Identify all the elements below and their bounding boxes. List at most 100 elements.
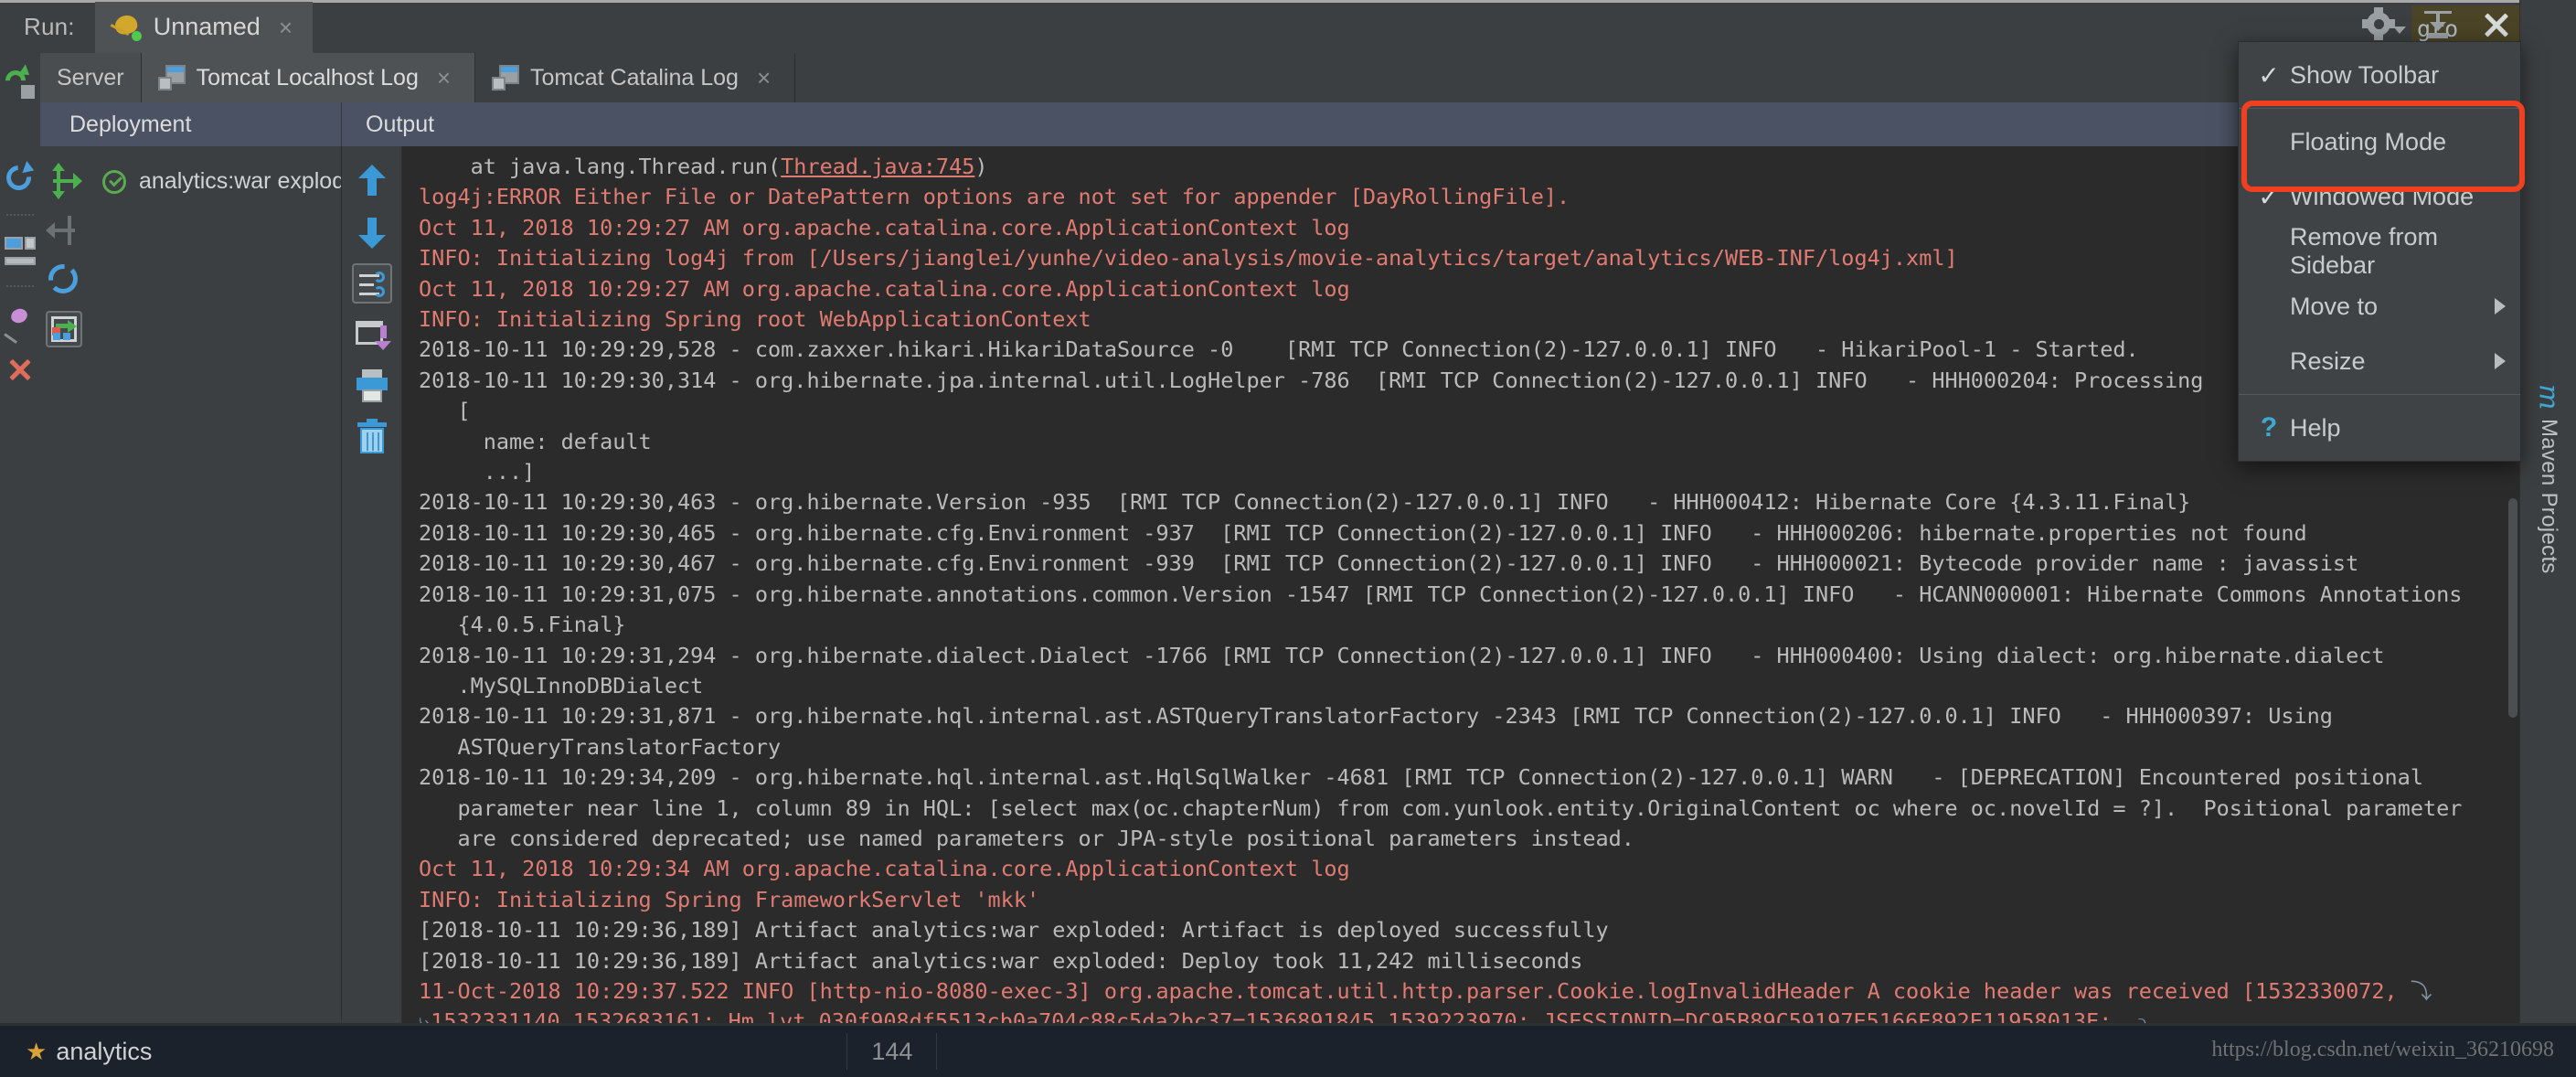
gear-icon[interactable]: [2362, 7, 2406, 42]
toolbar-divider: [6, 214, 34, 216]
hide-icon[interactable]: [2421, 7, 2455, 42]
console-line-text: are considered deprecated; use named par…: [419, 825, 1634, 851]
menu-item-move-to[interactable]: Move to: [2239, 279, 2520, 334]
console-line: ...]: [402, 457, 2519, 487]
console-line-text: 2018-10-11 10:29:30,314 - org.hibernate.…: [419, 367, 2204, 393]
printer-icon[interactable]: [352, 366, 392, 406]
deployment-toolbar: [40, 146, 88, 1026]
expand-arrows-icon[interactable]: [46, 163, 82, 199]
close-x-icon[interactable]: [4, 353, 37, 386]
console-line: are considered deprecated; use named par…: [402, 824, 2519, 854]
console-line-text: ...]: [419, 459, 536, 485]
console-line-text: {4.0.5.Final}: [419, 612, 626, 638]
pin-icon[interactable]: [4, 305, 37, 344]
console-line: [: [402, 396, 2519, 426]
menu-item-show-toolbar[interactable]: ✓ Show Toolbar: [2239, 48, 2520, 102]
console-line-text: 2018-10-11 10:29:30,465 - org.hibernate.…: [419, 519, 2307, 546]
menu-item-floating-mode[interactable]: Floating Mode: [2239, 114, 2520, 169]
maven-projects-label: Maven Projects: [2537, 419, 2561, 575]
run-configuration-tab[interactable]: Unnamed ×: [94, 1, 313, 53]
deploy-icon[interactable]: [46, 311, 82, 347]
console-line: 2018-10-11 10:29:31,871 - org.hibernate.…: [402, 701, 2519, 731]
tab-server[interactable]: Server: [40, 53, 142, 102]
stacktrace-link[interactable]: Thread.java:745: [781, 154, 974, 179]
menu-item-help[interactable]: ? Help: [2239, 400, 2520, 455]
console-line: 2018-10-11 10:29:31,294 - org.hibernate.…: [402, 641, 2519, 671]
tab-tomcat-catalina-log[interactable]: Tomcat Catalina Log ×: [475, 53, 796, 102]
console-line-text: .MySQLInnoDBDialect: [419, 672, 704, 698]
sync-icon[interactable]: [46, 261, 82, 298]
menu-item-remove-from-sidebar[interactable]: Remove from Sidebar: [2239, 223, 2520, 279]
console-line-text: 2018-10-11 10:29:30,467 - org.hibernate.…: [419, 550, 2359, 577]
checkmark-icon: ✓: [2258, 60, 2280, 90]
console-line-text: [: [419, 398, 471, 424]
run-tool-window-header: Run: Unnamed ×: [0, 0, 2576, 53]
console-line: parameter near line 1, column 89 in HQL:…: [402, 794, 2519, 824]
list-item[interactable]: analytics:war explod: [88, 163, 341, 200]
console-line-text: INFO: Initializing Spring FrameworkServl…: [419, 886, 1040, 912]
console-line-text: name: default: [419, 428, 652, 454]
stop-icon[interactable]: [4, 115, 37, 148]
wrap-indicator-icon: ⤵: [2397, 977, 2432, 1004]
console-line: {4.0.5.Final}: [402, 610, 2519, 640]
ide-window: Run: Unnamed × gro Server Tomcat Localho…: [0, 0, 2576, 1077]
run-toolbar: [0, 51, 40, 1026]
console-line: 2018-10-11 10:29:34,209 - org.hibernate.…: [402, 762, 2519, 793]
menu-item-label: Windowed Mode: [2290, 182, 2475, 210]
menu-item-windowed-mode[interactable]: ✓ Windowed Mode: [2239, 169, 2520, 224]
submenu-arrow-icon: [2495, 298, 2506, 315]
console-line-text: at java.lang.Thread.run(: [419, 154, 782, 179]
menu-item-resize[interactable]: Resize: [2239, 334, 2520, 389]
rerun-icon[interactable]: [1, 64, 37, 101]
soft-wrap-icon[interactable]: [351, 263, 392, 304]
console-line: INFO: Initializing Spring root WebApplic…: [402, 304, 2519, 335]
console-line-text: 2018-10-11 10:29:31,075 - org.hibernate.…: [419, 581, 2463, 607]
menu-item-label: Remove from Sidebar: [2290, 223, 2439, 279]
layout-icon[interactable]: [4, 234, 37, 267]
run-tab-close-icon[interactable]: ×: [271, 16, 300, 39]
project-name-label[interactable]: analytics: [56, 1038, 152, 1066]
console-line: .MySQLInnoDBDialect: [402, 671, 2519, 701]
dump-window-icon[interactable]: [352, 315, 392, 355]
console-line-text: Oct 11, 2018 10:29:27 AM org.apache.cata…: [419, 275, 1350, 302]
console-line-text: 2018-10-11 10:29:29,528 - com.zaxxer.hik…: [419, 336, 2139, 363]
sidebar-item-maven-projects[interactable]: m Maven Projects: [2526, 384, 2571, 574]
tab-close-icon[interactable]: ×: [750, 66, 778, 90]
tab-tomcat-localhost-log-label: Tomcat Localhost Log: [196, 64, 419, 91]
console-line-text: [2018-10-11 10:29:36,189] Artifact analy…: [419, 947, 1583, 974]
console-line: 2018-10-11 10:29:30,465 - org.hibernate.…: [402, 518, 2519, 549]
tool-window-toolbar: [2362, 7, 2514, 42]
restart-icon[interactable]: [1, 160, 37, 196]
console-line-text: 2018-10-11 10:29:34,209 - org.hibernate.…: [419, 764, 2423, 791]
console-line: 11-Oct-2018 10:29:37.522 INFO [http-nio-…: [402, 976, 2519, 1007]
arrow-up-icon[interactable]: [352, 161, 392, 201]
collapse-arrows-icon[interactable]: [46, 212, 82, 249]
line-count-label: 144: [871, 1037, 913, 1065]
close-icon[interactable]: [2479, 7, 2514, 42]
console-line: [2018-10-11 10:29:36,189] Artifact analy…: [402, 946, 2519, 976]
context-menu[interactable]: ✓ Show Toolbar Floating Mode ✓ Windowed Mode…: [2238, 41, 2521, 462]
console-line: 2018-10-11 10:29:30,314 - org.hibernate.…: [402, 366, 2519, 396]
menu-item-label: Floating Mode: [2290, 127, 2447, 155]
tab-tomcat-localhost-log[interactable]: Tomcat Localhost Log ×: [141, 53, 476, 102]
console-line: [2018-10-11 10:29:36,189] Artifact analy…: [402, 915, 2519, 945]
console-line: 2018-10-11 10:29:29,528 - com.zaxxer.hik…: [402, 335, 2519, 365]
arrow-down-icon[interactable]: [352, 212, 392, 252]
status-ok-icon: [102, 169, 126, 194]
status-bar: ★ analytics 144: [0, 1026, 2576, 1077]
console-line: log4j:ERROR Either File or DatePattern o…: [402, 182, 2519, 212]
submenu-arrow-icon: [2495, 353, 2506, 369]
trash-icon[interactable]: [352, 417, 392, 457]
maven-icon: m: [2532, 384, 2565, 411]
toolbar-divider: [6, 285, 34, 287]
console-line-text: Oct 11, 2018 10:29:34 AM org.apache.cata…: [419, 856, 1350, 882]
checkmark-icon: ✓: [2258, 182, 2280, 211]
console-lines: at java.lang.Thread.run(Thread.java:745)…: [402, 152, 2519, 1026]
console-line: Oct 11, 2018 10:29:34 AM org.apache.cata…: [402, 854, 2519, 884]
tab-close-icon[interactable]: ×: [430, 66, 458, 90]
console-line-text: [2018-10-11 10:29:36,189] Artifact analy…: [419, 917, 1609, 944]
log-icon: [157, 65, 186, 91]
scrollbar-thumb[interactable]: [2508, 497, 2517, 718]
console-output[interactable]: at java.lang.Thread.run(Thread.java:745)…: [402, 146, 2519, 1026]
deployment-tree: analytics:war explod: [88, 146, 342, 1026]
